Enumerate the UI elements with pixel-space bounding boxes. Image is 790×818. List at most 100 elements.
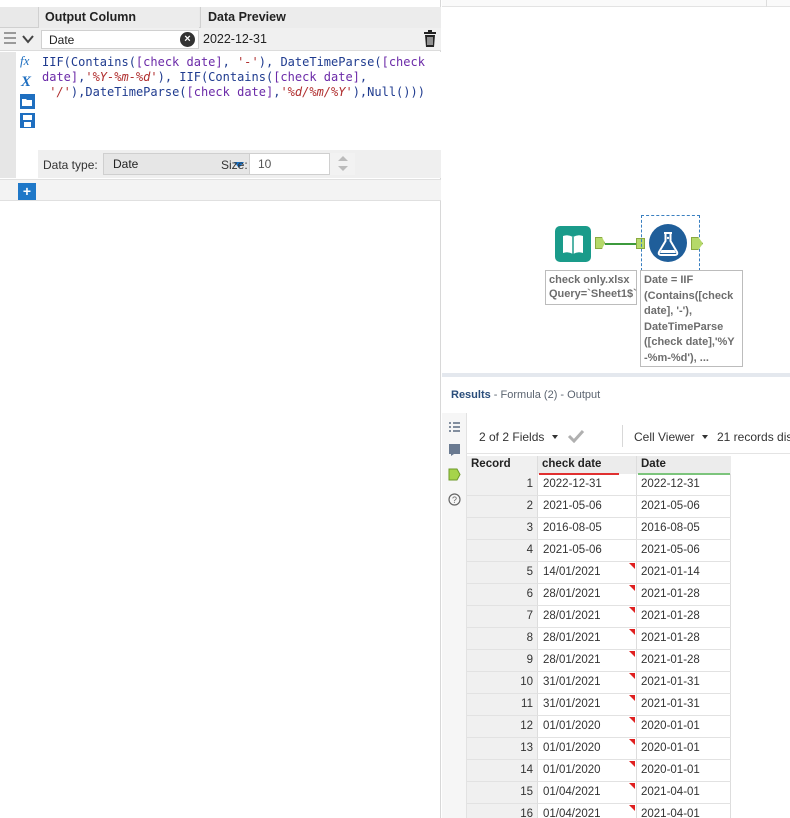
record-number-cell[interactable]: 10 — [467, 672, 537, 694]
open-folder-icon[interactable] — [19, 93, 36, 110]
check-date-cell[interactable]: 28/01/2021 — [537, 628, 636, 650]
input-data-tool[interactable] — [555, 226, 591, 262]
table-row[interactable]: 8 28/01/2021 2021-01-28 — [467, 628, 790, 650]
date-cell[interactable]: 2021-01-28 — [636, 606, 731, 628]
check-date-cell[interactable]: 2021-05-06 — [537, 496, 636, 518]
check-date-cell[interactable]: 2022-12-31 — [537, 474, 636, 496]
toolbar-divider — [622, 425, 623, 447]
help-icon[interactable]: ? — [448, 493, 461, 506]
add-icon[interactable]: + — [18, 183, 36, 200]
size-spinner[interactable] — [329, 153, 355, 175]
record-number-cell[interactable]: 14 — [467, 760, 537, 782]
date-column-header[interactable]: Date — [636, 456, 731, 474]
check-date-cell[interactable]: 28/01/2021 — [537, 584, 636, 606]
apply-check-icon[interactable] — [567, 429, 585, 443]
table-row[interactable]: 2 2021-05-06 2021-05-06 — [467, 496, 790, 518]
table-row[interactable]: 10 31/01/2021 2021-01-31 — [467, 672, 790, 694]
check-date-cell[interactable]: 2021-05-06 — [537, 540, 636, 562]
clear-icon[interactable]: × — [180, 32, 195, 47]
formula-tool[interactable] — [649, 224, 687, 262]
record-number-cell[interactable]: 3 — [467, 518, 537, 540]
record-number-cell[interactable]: 11 — [467, 694, 537, 716]
record-number-cell[interactable]: 9 — [467, 650, 537, 672]
list-icon[interactable] — [448, 421, 461, 434]
record-number-cell[interactable]: 5 — [467, 562, 537, 584]
record-number-cell[interactable]: 6 — [467, 584, 537, 606]
check-date-cell[interactable]: 31/01/2021 — [537, 694, 636, 716]
check-date-cell[interactable]: 2016-08-05 — [537, 518, 636, 540]
check-date-cell[interactable]: 28/01/2021 — [537, 606, 636, 628]
table-row[interactable]: 12 01/01/2020 2020-01-01 — [467, 716, 790, 738]
x-variable-icon[interactable]: X — [19, 72, 36, 89]
table-row[interactable]: 3 2016-08-05 2016-08-05 — [467, 518, 790, 540]
date-cell[interactable]: 2022-12-31 — [636, 474, 731, 496]
check-date-cell[interactable]: 01/01/2020 — [537, 738, 636, 760]
check-date-column-header[interactable]: check date — [537, 456, 636, 474]
check-date-cell[interactable]: 14/01/2021 — [537, 562, 636, 584]
record-column-header[interactable]: Record — [467, 456, 537, 474]
table-row[interactable]: 1 2022-12-31 2022-12-31 — [467, 474, 790, 496]
date-cell[interactable]: 2021-05-06 — [636, 540, 731, 562]
record-number-cell[interactable]: 2 — [467, 496, 537, 518]
input-output-anchor[interactable] — [595, 237, 605, 249]
formula-output-anchor[interactable] — [691, 237, 703, 250]
record-number-cell[interactable]: 16 — [467, 804, 537, 818]
fx-icon[interactable]: fx — [19, 52, 36, 69]
record-number-cell[interactable]: 4 — [467, 540, 537, 562]
table-row[interactable]: 5 14/01/2021 2021-01-14 — [467, 562, 790, 584]
table-row[interactable]: 14 01/01/2020 2020-01-01 — [467, 760, 790, 782]
expression-token: ),Null())) — [352, 85, 425, 99]
expression-token: [check date] — [273, 70, 360, 84]
cell-viewer-selector[interactable]: Cell Viewer — [634, 430, 694, 444]
date-cell[interactable]: 2021-01-28 — [636, 584, 731, 606]
date-cell[interactable]: 2021-05-06 — [636, 496, 731, 518]
table-row[interactable]: 11 31/01/2021 2021-01-31 — [467, 694, 790, 716]
check-date-cell[interactable]: 01/04/2021 — [537, 804, 636, 818]
date-cell[interactable]: 2020-01-01 — [636, 716, 731, 738]
check-date-cell[interactable]: 01/01/2020 — [537, 760, 636, 782]
date-cell[interactable]: 2021-01-28 — [636, 650, 731, 672]
chevron-down-icon[interactable] — [21, 32, 35, 46]
record-number-cell[interactable]: 8 — [467, 628, 537, 650]
date-cell[interactable]: 2020-01-01 — [636, 738, 731, 760]
date-cell[interactable]: 2021-04-01 — [636, 804, 731, 818]
record-number-cell[interactable]: 1 — [467, 474, 537, 496]
formula-row[interactable]: Date × 2022-12-31 — [0, 28, 441, 51]
workflow-canvas[interactable]: check only.xlsx Query=`Sheet1$` Date = I… — [442, 0, 790, 373]
fields-dropdown-icon[interactable] — [552, 435, 558, 439]
date-cell[interactable]: 2016-08-05 — [636, 518, 731, 540]
expression-token: '%d/%m/%Y' — [280, 85, 353, 99]
expression-editor[interactable]: IIF(Contains([check date], '-'), DateTim… — [38, 52, 441, 150]
table-row[interactable]: 6 28/01/2021 2021-01-28 — [467, 584, 790, 606]
cell-viewer-dropdown-icon[interactable] — [702, 435, 708, 439]
table-row[interactable]: 4 2021-05-06 2021-05-06 — [467, 540, 790, 562]
table-row[interactable]: 15 01/04/2021 2021-04-01 — [467, 782, 790, 804]
check-date-cell[interactable]: 31/01/2021 — [537, 672, 636, 694]
output-column-field[interactable]: Date — [41, 30, 199, 49]
record-number-cell[interactable]: 12 — [467, 716, 537, 738]
message-icon[interactable] — [448, 443, 461, 456]
record-number-cell[interactable]: 13 — [467, 738, 537, 760]
check-date-cell[interactable]: 01/04/2021 — [537, 782, 636, 804]
table-row[interactable]: 7 28/01/2021 2021-01-28 — [467, 606, 790, 628]
drag-handle-icon[interactable] — [4, 32, 16, 46]
check-date-cell[interactable]: 01/01/2020 — [537, 716, 636, 738]
results-grid[interactable]: Record check date Date 1 2022-12-31 2022-1… — [467, 455, 790, 818]
record-number-cell[interactable]: 15 — [467, 782, 537, 804]
grid-rows: 1 2022-12-31 2022-12-31 2 2021-05-06 2021-05-… — [467, 474, 790, 818]
date-cell[interactable]: 2021-01-14 — [636, 562, 731, 584]
save-icon[interactable] — [19, 112, 36, 129]
date-cell[interactable]: 2021-01-31 — [636, 694, 731, 716]
trash-icon[interactable] — [423, 30, 437, 48]
date-cell[interactable]: 2021-01-31 — [636, 672, 731, 694]
table-row[interactable]: 16 01/04/2021 2021-04-01 — [467, 804, 790, 818]
table-row[interactable]: 9 28/01/2021 2021-01-28 — [467, 650, 790, 672]
check-date-cell[interactable]: 28/01/2021 — [537, 650, 636, 672]
date-cell[interactable]: 2020-01-01 — [636, 760, 731, 782]
date-cell[interactable]: 2021-01-28 — [636, 628, 731, 650]
data-tag-icon[interactable] — [448, 468, 461, 481]
fields-selector[interactable]: 2 of 2 Fields — [479, 430, 544, 444]
date-cell[interactable]: 2021-04-01 — [636, 782, 731, 804]
table-row[interactable]: 13 01/01/2020 2020-01-01 — [467, 738, 790, 760]
record-number-cell[interactable]: 7 — [467, 606, 537, 628]
